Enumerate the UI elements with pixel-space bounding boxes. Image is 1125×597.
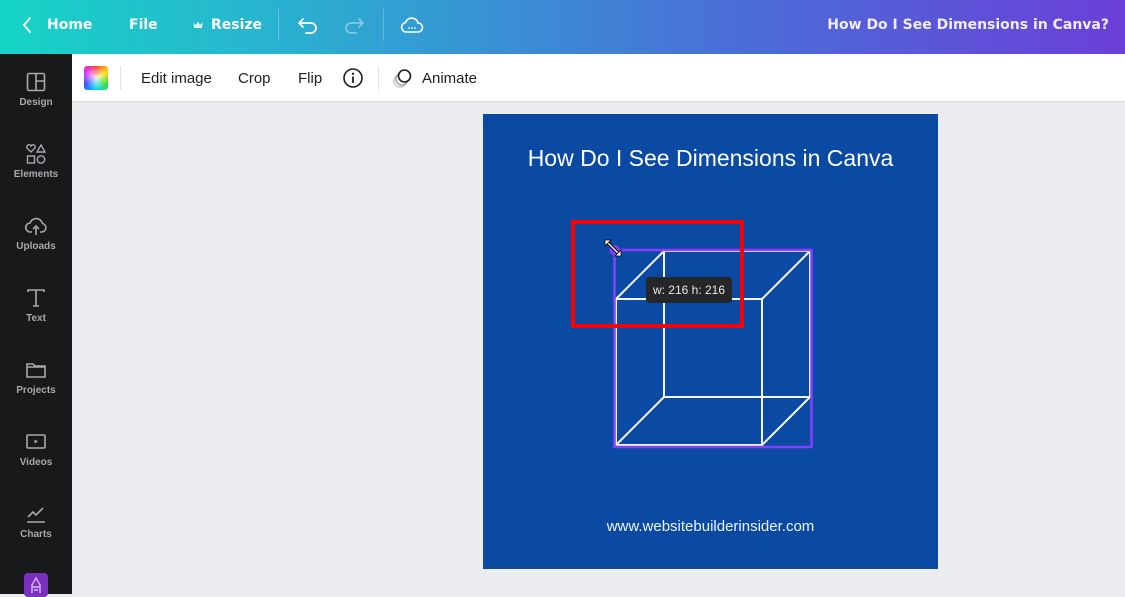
info-icon [343, 68, 363, 88]
layout-icon [26, 72, 46, 92]
resize-button[interactable]: Resize [192, 0, 262, 50]
sidebar: Design Elements Uploads Text Projects Vi… [0, 54, 72, 597]
sidebar-item-videos[interactable]: Videos [0, 430, 72, 490]
design-canvas[interactable]: How Do I See Dimensions in Canva www.web… [483, 114, 938, 569]
top-bar: Home File Resize How Do I See Dimensions… [0, 0, 1125, 54]
sidebar-item-label: Uploads [16, 241, 56, 252]
cloud-upload-icon [24, 217, 47, 235]
document-title[interactable]: How Do I See Dimensions in Canva? [827, 0, 1109, 50]
animate-button[interactable]: Animate [392, 54, 477, 102]
edit-image-button[interactable]: Edit image [141, 54, 212, 102]
sidebar-item-design[interactable]: Design [0, 70, 72, 130]
divider [383, 9, 384, 41]
sidebar-item-label: Design [19, 97, 53, 108]
animate-label: Animate [422, 69, 478, 87]
resize-label: Resize [211, 17, 263, 33]
sidebar-item-label: Elements [13, 169, 59, 180]
divider [278, 9, 279, 41]
dimension-tooltip: w: 216 h: 216 [646, 277, 732, 303]
app-a-button[interactable] [24, 573, 48, 597]
sidebar-item-label: Charts [20, 529, 52, 540]
sidebar-item-charts[interactable]: Charts [0, 502, 72, 562]
redo-button[interactable] [343, 0, 365, 50]
file-label: File [129, 17, 158, 33]
canvas-url-text[interactable]: www.websitebuilderinsider.com [483, 518, 938, 535]
shapes-icon [26, 143, 47, 164]
sidebar-item-label: Videos [19, 457, 53, 468]
app-a-icon [31, 576, 41, 593]
chevron-left-icon [22, 17, 31, 33]
color-picker-icon[interactable] [84, 66, 108, 90]
divider [120, 66, 121, 90]
sidebar-item-elements[interactable]: Elements [0, 142, 72, 202]
home-label: Home [47, 17, 93, 33]
folder-icon [26, 363, 46, 378]
canvas-title-text[interactable]: How Do I See Dimensions in Canva [483, 145, 938, 172]
sidebar-item-label: Projects [16, 385, 56, 396]
cloud-save-button[interactable] [400, 0, 424, 50]
divider [378, 66, 379, 90]
sidebar-item-projects[interactable]: Projects [0, 358, 72, 418]
info-button[interactable] [342, 54, 364, 102]
crown-icon [193, 21, 203, 28]
redo-icon [345, 18, 364, 34]
undo-icon [298, 18, 317, 34]
undo-button[interactable] [297, 0, 319, 50]
crop-button[interactable]: Crop [238, 54, 271, 102]
sidebar-item-uploads[interactable]: Uploads [0, 214, 72, 274]
video-icon [26, 434, 46, 449]
sidebar-item-label: Text [26, 313, 46, 324]
sidebar-item-text[interactable]: Text [0, 286, 72, 346]
chart-icon [27, 507, 45, 523]
text-icon [27, 289, 45, 307]
flip-button[interactable]: Flip [298, 54, 322, 102]
cloud-sync-icon [400, 17, 424, 33]
animate-icon [393, 69, 412, 88]
home-button[interactable]: Home [20, 0, 92, 50]
context-toolbar: Edit image Crop Flip Animate [72, 54, 1125, 102]
file-menu[interactable]: File [129, 0, 158, 50]
